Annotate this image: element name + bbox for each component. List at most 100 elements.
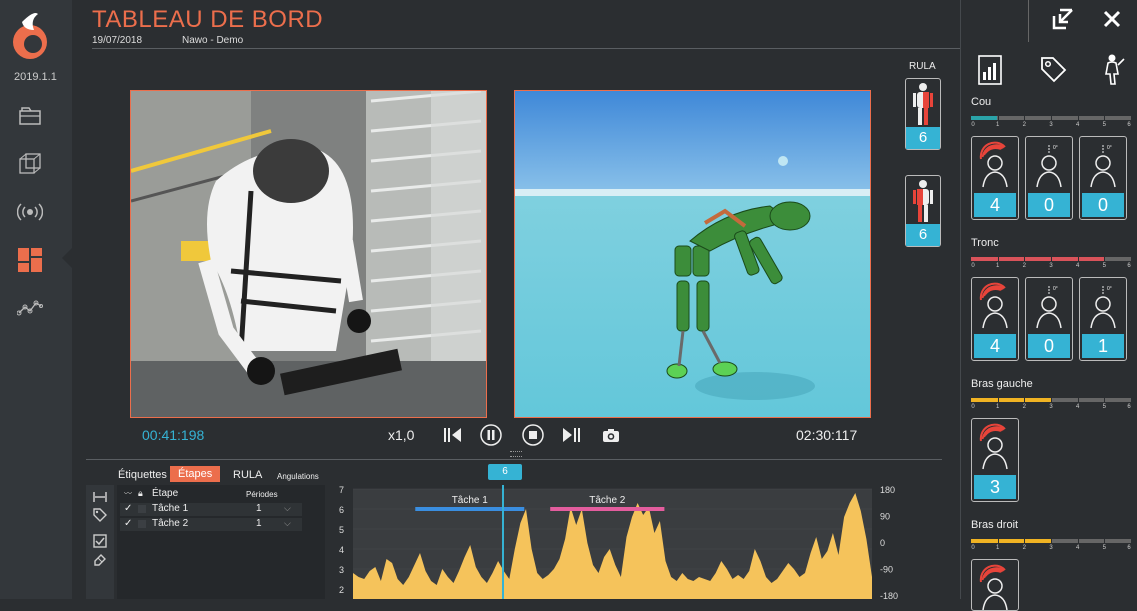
step-back-icon[interactable] — [441, 424, 463, 446]
body-left-icon — [913, 83, 933, 125]
scale-number: 6 — [1127, 545, 1131, 551]
segment-label: Tâche 1 — [452, 495, 489, 506]
upper-arm-right-icon — [979, 564, 1008, 610]
app-logo — [8, 8, 52, 62]
rula-right-score: 6 — [906, 224, 940, 246]
segment-bar[interactable] — [415, 507, 525, 511]
segment-bar[interactable] — [550, 507, 665, 511]
svg-text:0°: 0° — [1053, 145, 1058, 151]
lock-toggle[interactable] — [138, 505, 146, 513]
tab-etapes[interactable]: Étapes — [170, 466, 221, 482]
close-icon[interactable] — [1101, 8, 1123, 30]
body-right-icon — [913, 180, 933, 222]
y-right-tick: 180 — [880, 485, 895, 495]
posture-card[interactable]: 0° 0 — [1079, 136, 1127, 220]
rula-right-side[interactable]: 6 — [905, 175, 941, 247]
step-periods: 1 — [256, 503, 262, 514]
posture-score: 4 — [974, 193, 1016, 217]
scale-tick — [997, 539, 999, 543]
step-forward-icon[interactable] — [561, 424, 583, 446]
camera-icon[interactable] — [600, 424, 622, 446]
dashboard-icon[interactable] — [16, 246, 44, 274]
scale-tick — [1024, 539, 1026, 543]
step-row[interactable]: ✓ Tâche 2 1 ⌵ — [120, 518, 302, 531]
folder-icon[interactable] — [16, 102, 44, 130]
svg-text:0°: 0° — [1053, 286, 1058, 292]
lock-toggle[interactable] — [138, 520, 146, 528]
playback-speed[interactable]: x1,0 — [388, 427, 414, 443]
chevron-down-icon[interactable]: ⌵ — [284, 518, 291, 529]
current-time: 00:41:198 — [142, 427, 205, 443]
pause-icon[interactable] — [480, 424, 502, 446]
rula-label: RULA — [909, 61, 936, 72]
posture-card[interactable]: 0° 1 — [1079, 277, 1127, 361]
tag-icon[interactable] — [1038, 54, 1068, 84]
scale-number: 5 — [1102, 263, 1106, 269]
tab-angulations[interactable]: Angulations — [277, 472, 319, 481]
posture-card[interactable]: 4 — [971, 136, 1019, 220]
worker-video-frame — [131, 91, 486, 417]
scale-tick — [1104, 398, 1106, 402]
posture-score: 1 — [1082, 334, 1124, 358]
broadcast-icon[interactable] — [16, 198, 44, 226]
checklist-icon[interactable] — [92, 533, 108, 549]
section-scale-fill — [971, 398, 1051, 402]
tag-small-icon[interactable] — [92, 507, 108, 523]
posture-card[interactable] — [971, 559, 1019, 611]
session-date: 19/07/2018 — [92, 35, 143, 46]
step-row[interactable]: ✓ Tâche 1 1 ⌵ — [120, 503, 302, 516]
scale-tick — [1024, 116, 1026, 120]
posture-card[interactable]: 0° 0 — [1025, 136, 1073, 220]
check-icon[interactable]: ✓ — [124, 518, 132, 529]
chevron-down-icon[interactable]: ⌵ — [284, 503, 291, 514]
posture-score: 0 — [1028, 334, 1070, 358]
avatar-scene — [515, 91, 870, 417]
graph-toggle-icon[interactable]: 〰 — [124, 488, 132, 499]
neck-extension-icon — [979, 141, 1008, 188]
fit-width-icon[interactable] — [92, 489, 108, 505]
posture-card[interactable]: 0° 0 — [1025, 277, 1073, 361]
tab-etiquettes[interactable]: Étiquettes — [118, 469, 167, 481]
exit-fullscreen-icon[interactable] — [1050, 6, 1076, 32]
scale-tick — [1104, 539, 1106, 543]
lock-icon[interactable]: 🔒︎ — [138, 488, 143, 499]
tab-rula[interactable]: RULA — [233, 469, 262, 481]
scale-number: 2 — [1022, 122, 1026, 128]
step-name: Tâche 1 — [152, 503, 189, 514]
section-label: Bras droit — [971, 519, 1019, 531]
scale-number: 0 — [971, 263, 975, 269]
timeline-chart[interactable]: 7 6 5 4 3 2 180 90 0 -90 -180 Tâche 1 Tâche 2 — [327, 485, 912, 599]
scale-number: 0 — [971, 122, 975, 128]
scale-number: 3 — [1049, 122, 1053, 128]
scale-number: 2 — [1022, 545, 1026, 551]
timeline-divider — [86, 459, 942, 460]
sidebar: 2019.1.1 — [0, 0, 72, 599]
section-scale-bar — [971, 116, 1131, 120]
posture-icon[interactable] — [1098, 52, 1126, 86]
check-icon[interactable]: ✓ — [124, 503, 132, 514]
eraser-icon[interactable] — [92, 551, 108, 567]
panel-resize-grip[interactable] — [510, 451, 522, 457]
y-left-tick: 3 — [339, 565, 344, 575]
scale-tick — [1077, 539, 1079, 543]
report-icon[interactable] — [976, 54, 1004, 86]
graph-icon[interactable] — [16, 294, 44, 322]
posture-card[interactable]: 3 — [971, 418, 1019, 502]
timeline-tools — [86, 485, 114, 599]
scale-number: 3 — [1049, 263, 1053, 269]
timeline-cursor-label[interactable]: 6 — [488, 464, 522, 480]
stop-icon[interactable] — [522, 424, 544, 446]
y-right-tick: -180 — [880, 591, 898, 599]
total-time: 02:30:117 — [796, 427, 858, 443]
posture-card[interactable]: 4 — [971, 277, 1019, 361]
scale-tick — [1051, 257, 1052, 261]
scale-tick — [1077, 257, 1079, 261]
scale-tick — [1104, 257, 1106, 261]
neck-twist-icon: 0° — [1090, 145, 1116, 188]
scale-number: 6 — [1127, 122, 1131, 128]
avatar-3d-view[interactable] — [514, 90, 871, 418]
cube-icon[interactable] — [16, 150, 44, 178]
rula-left-side[interactable]: 6 — [905, 78, 941, 150]
scale-number: 4 — [1075, 122, 1080, 128]
video-view[interactable] — [130, 90, 487, 418]
